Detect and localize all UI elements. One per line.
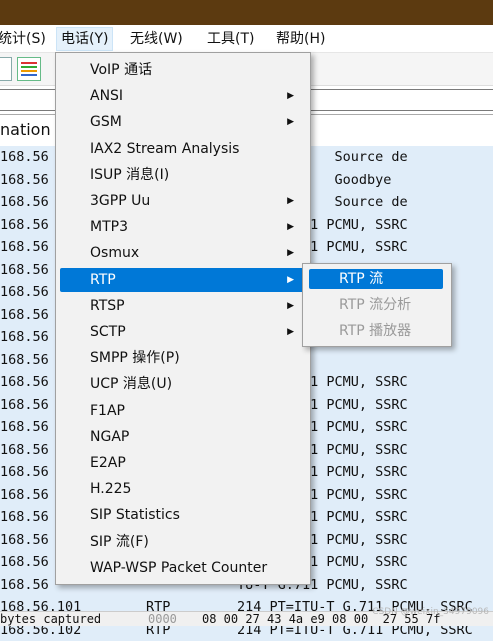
menu-item-label: Osmux bbox=[90, 241, 139, 265]
telephony-menu-item[interactable]: VoIP 通话 bbox=[60, 58, 306, 82]
row-destination: 168.56 bbox=[0, 281, 49, 303]
menu-tools[interactable]: 工具(T) bbox=[203, 28, 258, 50]
telephony-menu-item[interactable]: SCTP ▶ bbox=[60, 320, 306, 344]
menu-item-label: E2AP bbox=[90, 451, 126, 475]
telephony-menu-item[interactable]: MTP3 ▶ bbox=[60, 215, 306, 239]
menu-telephony[interactable]: 电话(Y) bbox=[56, 27, 113, 51]
menu-wireless[interactable]: 无线(W) bbox=[126, 28, 187, 50]
menu-help[interactable]: 帮助(H) bbox=[272, 28, 329, 50]
submenu-arrow-icon: ▶ bbox=[287, 215, 294, 239]
menu-item-label: SIP Statistics bbox=[90, 503, 180, 527]
menubar: 统计(S) 电话(Y) 无线(W) 工具(T) 帮助(H) bbox=[0, 25, 493, 53]
telephony-menu-item[interactable]: RTP ▶ bbox=[60, 268, 306, 292]
destination-column-header[interactable]: nation bbox=[0, 120, 51, 139]
colorize-icon[interactable] bbox=[17, 57, 41, 81]
row-destination: 168.56 bbox=[0, 551, 49, 573]
telephony-menu-item[interactable]: 3GPP Uu ▶ bbox=[60, 189, 306, 213]
telephony-menu-item[interactable]: Osmux ▶ bbox=[60, 241, 306, 265]
telephony-menu: VoIP 通话ANSI ▶ GSM ▶ IAX2 Stream AnalysisISUP… bbox=[55, 52, 311, 585]
telephony-menu-item[interactable]: F1AP bbox=[60, 399, 306, 423]
telephony-menu-item[interactable]: RTSP ▶ bbox=[60, 294, 306, 318]
row-destination: 168.56 bbox=[0, 506, 49, 528]
submenu-arrow-icon: ▶ bbox=[287, 241, 294, 265]
menu-item-label: GSM bbox=[90, 110, 122, 134]
telephony-menu-item[interactable]: H.225 bbox=[60, 477, 306, 501]
window-titlebar bbox=[0, 0, 493, 25]
menu-item-label: H.225 bbox=[90, 477, 131, 501]
row-destination: 168.56 bbox=[0, 349, 49, 371]
hex-offset: 0000 bbox=[148, 612, 177, 626]
menu-item-label: UCP 消息(U) bbox=[90, 372, 172, 396]
row-destination: 168.56 bbox=[0, 371, 49, 393]
telephony-menu-item[interactable]: GSM ▶ bbox=[60, 110, 306, 134]
telephony-menu-item[interactable]: WAP-WSP Packet Counter bbox=[60, 556, 306, 580]
telephony-menu-item[interactable]: E2AP bbox=[60, 451, 306, 475]
submenu-arrow-icon: ▶ bbox=[287, 268, 294, 292]
submenu-arrow-icon: ▶ bbox=[287, 189, 294, 213]
telephony-menu-item[interactable]: IAX2 Stream Analysis bbox=[60, 137, 306, 161]
telephony-menu-item[interactable]: ANSI ▶ bbox=[60, 84, 306, 108]
bytes-captured-label: bytes captured bbox=[0, 612, 101, 626]
row-destination: 168.56 bbox=[0, 236, 49, 258]
rtp-submenu-item: RTP 播放器 bbox=[309, 321, 443, 341]
row-destination: 168.56 bbox=[0, 574, 49, 596]
row-destination: 168.56 bbox=[0, 439, 49, 461]
menu-item-label: VoIP 通话 bbox=[90, 58, 152, 82]
menu-item-label: ISUP 消息(I) bbox=[90, 163, 169, 187]
menu-statistics[interactable]: 统计(S) bbox=[0, 28, 50, 50]
watermark: CSDN @weixin_34979096 bbox=[372, 607, 489, 617]
telephony-menu-item[interactable]: UCP 消息(U) bbox=[60, 372, 306, 396]
row-destination: 168.56 bbox=[0, 146, 49, 168]
row-destination: 168.56 bbox=[0, 484, 49, 506]
rtp-submenu: RTP 流 RTP 流分析 RTP 播放器 bbox=[302, 263, 452, 347]
row-destination: 168.56 bbox=[0, 416, 49, 438]
rtp-submenu-item: RTP 流分析 bbox=[309, 295, 443, 315]
telephony-menu-item[interactable]: ISUP 消息(I) bbox=[60, 163, 306, 187]
menu-item-label: NGAP bbox=[90, 425, 129, 449]
row-destination: 168.56 bbox=[0, 461, 49, 483]
menu-item-label: SIP 流(F) bbox=[90, 530, 149, 554]
menu-item-label: RTP bbox=[90, 268, 116, 292]
menu-item-label: 3GPP Uu bbox=[90, 189, 150, 213]
row-destination: 168.56 bbox=[0, 529, 49, 551]
submenu-arrow-icon: ▶ bbox=[287, 84, 294, 108]
submenu-arrow-icon: ▶ bbox=[287, 110, 294, 134]
menu-item-label: F1AP bbox=[90, 399, 125, 423]
row-destination: 168.56 bbox=[0, 214, 49, 236]
row-destination: 168.56 bbox=[0, 326, 49, 348]
submenu-arrow-icon: ▶ bbox=[287, 320, 294, 344]
menu-item-label: SCTP bbox=[90, 320, 126, 344]
menu-item-label: WAP-WSP Packet Counter bbox=[90, 556, 267, 580]
telephony-menu-item[interactable]: SIP Statistics bbox=[60, 503, 306, 527]
row-destination: 168.56 bbox=[0, 191, 49, 213]
menu-item-label: ANSI bbox=[90, 84, 123, 108]
row-destination: 168.56 bbox=[0, 394, 49, 416]
row-destination: 168.56 bbox=[0, 169, 49, 191]
telephony-menu-item[interactable]: NGAP bbox=[60, 425, 306, 449]
row-destination: 168.56 bbox=[0, 304, 49, 326]
menu-item-label: MTP3 bbox=[90, 215, 128, 239]
menu-item-label: SMPP 操作(P) bbox=[90, 346, 180, 370]
menu-item-label: IAX2 Stream Analysis bbox=[90, 137, 239, 161]
menu-item-label: RTP 流分析 bbox=[339, 295, 411, 315]
row-destination: 168.56 bbox=[0, 259, 49, 281]
menu-item-label: RTP 流 bbox=[339, 269, 383, 289]
telephony-menu-item[interactable]: SIP 流(F) bbox=[60, 530, 306, 554]
submenu-arrow-icon: ▶ bbox=[287, 294, 294, 318]
menu-item-label: RTP 播放器 bbox=[339, 321, 411, 341]
telephony-menu-item[interactable]: SMPP 操作(P) bbox=[60, 346, 306, 370]
rtp-submenu-item[interactable]: RTP 流 bbox=[309, 269, 443, 289]
toolbar-icon[interactable] bbox=[0, 57, 12, 81]
menu-item-label: RTSP bbox=[90, 294, 125, 318]
